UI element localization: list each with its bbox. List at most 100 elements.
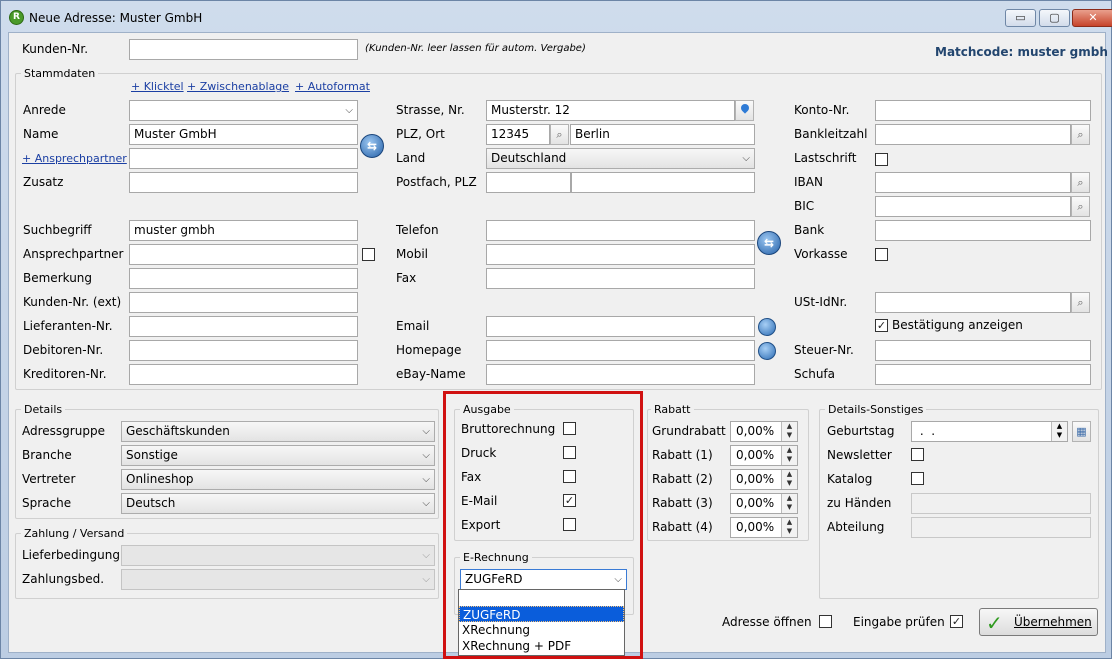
email-globe-icon[interactable]: [758, 318, 776, 336]
vorkasse-checkbox[interactable]: [875, 248, 888, 261]
strasse-input[interactable]: Musterstr. 12: [486, 100, 735, 121]
autoformat-link[interactable]: + Autoformat: [295, 80, 370, 93]
newsletter-checkbox[interactable]: [911, 448, 924, 461]
lastschrift-label: Lastschrift: [794, 151, 857, 165]
ustid-search-icon[interactable]: ⌕: [1071, 292, 1090, 313]
bestaetigung-checkbox[interactable]: ✓: [875, 319, 888, 332]
katalog-checkbox[interactable]: [911, 472, 924, 485]
mobil-label: Mobil: [396, 247, 428, 261]
kundennr-ext-input[interactable]: [129, 292, 358, 313]
details-group-label: Details: [21, 403, 66, 416]
mobil-input[interactable]: [486, 244, 755, 265]
konto-input[interactable]: [875, 100, 1091, 121]
postfach-plz-input[interactable]: [571, 172, 755, 193]
email-input[interactable]: [486, 316, 755, 337]
ort-input[interactable]: Berlin: [570, 124, 755, 145]
adresse-oeffnen-checkbox[interactable]: [819, 615, 832, 628]
plz-search-icon[interactable]: ⌕: [550, 124, 569, 145]
adressgruppe-select[interactable]: Geschäftskunden ⌵: [121, 421, 435, 442]
ebay-label: eBay-Name: [396, 367, 466, 381]
zuhaenden-input[interactable]: [911, 493, 1091, 514]
debitoren-input[interactable]: [129, 340, 358, 361]
eingabe-pruefen-checkbox[interactable]: ✓: [950, 615, 963, 628]
klicktel-link[interactable]: + Klicktel: [131, 80, 184, 93]
kundennr-input[interactable]: [129, 39, 358, 60]
rabatt-label-0: Grundrabatt: [652, 424, 726, 438]
ansprechpartner-link[interactable]: + Ansprechpartner: [22, 152, 127, 165]
kundennr-hint: (Kunden-Nr. leer lassen für autom. Verga…: [365, 43, 586, 54]
zusatz-input[interactable]: [129, 172, 358, 193]
homepage-label: Homepage: [396, 343, 462, 357]
spin-arrows-icon[interactable]: ▲ ▼: [781, 470, 797, 489]
ansprechpartner-input[interactable]: [129, 244, 358, 265]
abteilung-input[interactable]: [911, 517, 1091, 538]
suchbegriff-input[interactable]: muster gmbh: [129, 220, 358, 241]
minimize-button[interactable]: ▭: [1005, 9, 1036, 27]
bic-search-icon[interactable]: ⌕: [1071, 196, 1090, 217]
rabatt1-spinner[interactable]: 0,00% ▲ ▼: [730, 445, 798, 466]
name-input[interactable]: Muster GmbH: [129, 124, 358, 145]
ansprechpartner-checkbox[interactable]: [362, 248, 375, 261]
plz-input[interactable]: 12345: [486, 124, 550, 145]
lastschrift-checkbox[interactable]: [875, 153, 888, 166]
kreditoren-input[interactable]: [129, 364, 358, 385]
sprache-label: Sprache: [22, 496, 72, 510]
rabatt2-spinner[interactable]: 0,00% ▲ ▼: [730, 469, 798, 490]
branche-label: Branche: [22, 448, 72, 462]
bank-label: Bank: [794, 223, 825, 237]
blz-input[interactable]: [875, 124, 1071, 145]
iban-search-icon[interactable]: ⌕: [1071, 172, 1090, 193]
katalog-label: Katalog: [827, 472, 873, 486]
rabatt-value-4: 0,00%: [736, 520, 775, 534]
land-select[interactable]: Deutschland ⌵: [486, 148, 755, 169]
geburtstag-spin-icon[interactable]: ▲ ▼: [1051, 422, 1067, 441]
uebernehmen-label: Übernehmen: [1014, 615, 1092, 629]
vertreter-label: Vertreter: [22, 472, 76, 486]
bic-input[interactable]: [875, 196, 1071, 217]
spin-arrows-icon[interactable]: ▲ ▼: [781, 518, 797, 537]
swap-phone-icon[interactable]: ⇆: [757, 231, 781, 255]
iban-input[interactable]: [875, 172, 1071, 193]
anrede-select[interactable]: ⌵: [129, 100, 358, 121]
map-pin-icon[interactable]: [735, 100, 754, 121]
calendar-icon[interactable]: ▦: [1072, 421, 1091, 442]
chevron-down-icon: ⌵: [422, 450, 430, 461]
sprache-select[interactable]: Deutsch ⌵: [121, 493, 435, 514]
swap-name-icon[interactable]: ⇆: [360, 134, 384, 158]
schufa-input[interactable]: [875, 364, 1091, 385]
postfach-input[interactable]: [486, 172, 571, 193]
ustid-input[interactable]: [875, 292, 1071, 313]
grundrabatt-spinner[interactable]: 0,00% ▲ ▼: [730, 421, 798, 442]
spin-arrows-icon[interactable]: ▲ ▼: [781, 446, 797, 465]
blz-search-icon[interactable]: ⌕: [1071, 124, 1090, 145]
vertreter-select[interactable]: Onlineshop ⌵: [121, 469, 435, 490]
bank-input[interactable]: [875, 220, 1091, 241]
homepage-globe-icon[interactable]: [758, 342, 776, 360]
adressgruppe-value: Geschäftskunden: [126, 424, 230, 438]
name2-input[interactable]: [129, 148, 358, 169]
geburtstag-input[interactable]: . .: [911, 421, 1068, 442]
blz-label: Bankleitzahl: [794, 127, 868, 141]
steuer-input[interactable]: [875, 340, 1091, 361]
branche-select[interactable]: Sonstige ⌵: [121, 445, 435, 466]
maximize-button[interactable]: ▢: [1039, 9, 1070, 27]
spin-arrows-icon[interactable]: ▲ ▼: [781, 494, 797, 513]
iban-label: IBAN: [794, 175, 823, 189]
spin-arrows-icon[interactable]: ▲ ▼: [781, 422, 797, 441]
lieferanten-input[interactable]: [129, 316, 358, 337]
bemerkung-input[interactable]: [129, 268, 358, 289]
homepage-input[interactable]: [486, 340, 755, 361]
ebay-input[interactable]: [486, 364, 755, 385]
liefer-select[interactable]: ⌵: [121, 545, 435, 566]
rabatt3-spinner[interactable]: 0,00% ▲ ▼: [730, 493, 798, 514]
bestaetigung-label: Bestätigung anzeigen: [892, 318, 1023, 332]
zwischenablage-link[interactable]: + Zwischenablage: [187, 80, 289, 93]
rabatt4-spinner[interactable]: 0,00% ▲ ▼: [730, 517, 798, 538]
close-button[interactable]: ✕: [1072, 9, 1112, 27]
fax-input[interactable]: [486, 268, 755, 289]
fax-label: Fax: [396, 271, 417, 285]
zahlungsbed-select[interactable]: ⌵: [121, 569, 435, 590]
zahlung-group-label: Zahlung / Versand: [21, 527, 128, 540]
telefon-input[interactable]: [486, 220, 755, 241]
uebernehmen-button[interactable]: ✓ Übernehmen: [979, 608, 1098, 636]
